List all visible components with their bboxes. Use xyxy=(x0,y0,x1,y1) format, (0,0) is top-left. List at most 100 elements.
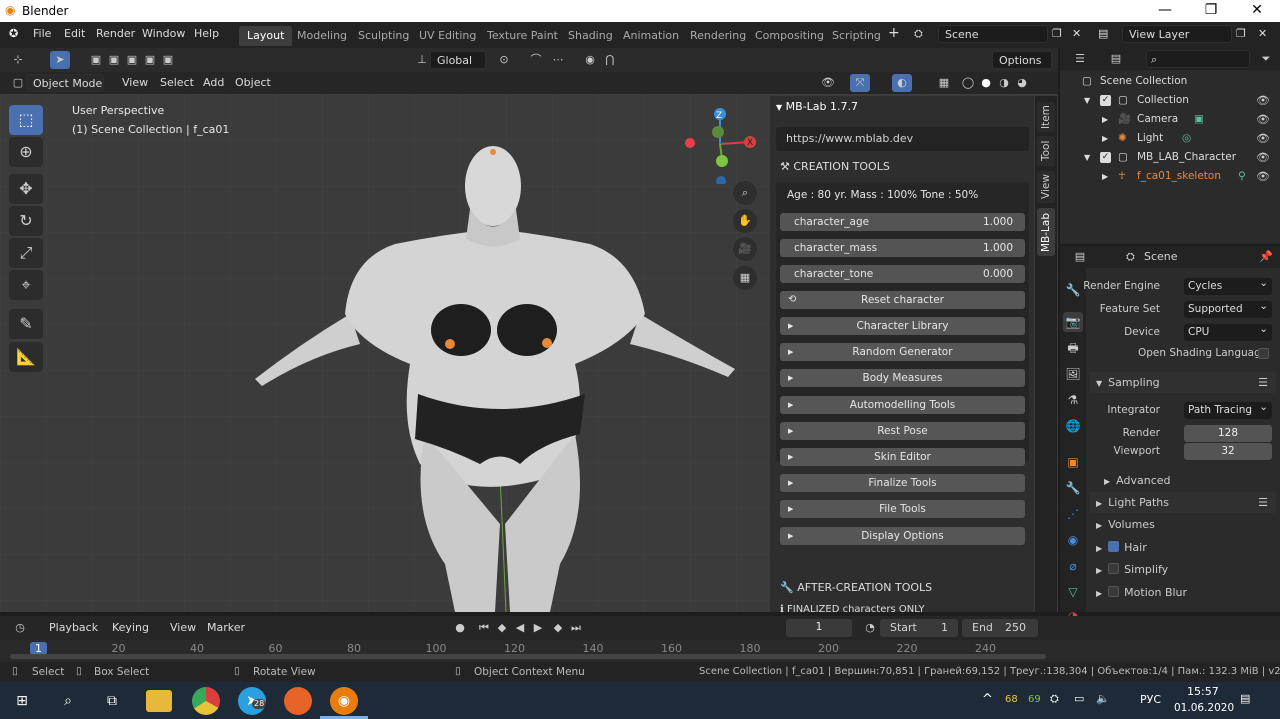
menu-window[interactable]: Window xyxy=(142,27,185,40)
menu-file[interactable]: File xyxy=(33,27,51,40)
tab-tool[interactable]: Tool xyxy=(1037,136,1055,166)
simplify-checkbox[interactable] xyxy=(1108,563,1120,574)
language-indicator[interactable]: РУС xyxy=(1140,693,1161,706)
skin-editor-button[interactable]: ▶ Skin Editor xyxy=(780,448,1025,466)
world-properties-icon[interactable]: 🌐 xyxy=(1063,416,1083,436)
volume-icon[interactable]: 🔈 xyxy=(1096,692,1110,705)
tab-view[interactable]: View xyxy=(1037,171,1055,203)
view-layer-properties-icon[interactable]: 🖼 xyxy=(1063,364,1083,384)
tab-rendering[interactable]: Rendering xyxy=(682,26,754,46)
menu-help[interactable]: Help xyxy=(194,27,219,40)
outliner-row-collection[interactable]: ▼ ✓ ▢ Collection 👁 xyxy=(1060,91,1280,110)
delete-view-layer-icon[interactable]: ✕ xyxy=(1258,27,1267,40)
zoom-icon[interactable]: ⌕ xyxy=(733,181,757,205)
tab-compositing[interactable]: Compositing xyxy=(747,26,832,46)
record-icon[interactable]: ● xyxy=(450,619,470,637)
blender-menu-icon[interactable]: ✪ xyxy=(9,27,18,40)
scene-properties-icon[interactable]: ⚗ xyxy=(1063,390,1083,410)
select-extend-icon[interactable]: ▣ xyxy=(104,51,124,69)
menu-keying[interactable]: Keying xyxy=(112,621,149,634)
automodelling-tools-button[interactable]: ▶ Automodelling Tools xyxy=(780,396,1025,414)
output-properties-icon[interactable]: 🖶 xyxy=(1063,338,1083,358)
chrome-icon[interactable] xyxy=(192,687,220,715)
gizmo-icon[interactable]: ⤧ xyxy=(850,74,870,92)
random-generator-button[interactable]: ▶ Random Generator xyxy=(780,343,1025,361)
jump-start-icon[interactable]: ⏮ xyxy=(474,619,494,637)
light-paths-section[interactable]: ▶ Light Paths ☰ xyxy=(1090,492,1276,513)
integrator-dropdown[interactable]: Path Tracing xyxy=(1184,399,1272,419)
scale-tool-icon[interactable]: ⤢ xyxy=(9,238,43,268)
tab-modeling[interactable]: Modeling xyxy=(289,26,355,46)
character-tone-slider[interactable]: character_tone 0.000 xyxy=(780,265,1025,283)
file-explorer-icon[interactable] xyxy=(146,690,172,712)
render-samples-field[interactable]: 128 xyxy=(1184,425,1272,442)
view-layer-field[interactable]: View Layer xyxy=(1122,25,1232,43)
character-mass-slider[interactable]: character_mass 1.000 xyxy=(780,239,1025,257)
osl-checkbox[interactable] xyxy=(1258,348,1269,359)
modifier-properties-icon[interactable]: 🔧 xyxy=(1063,478,1083,498)
select-box-tool-icon[interactable]: ⬚ xyxy=(9,105,43,135)
select-invert-icon[interactable]: ▣ xyxy=(140,51,160,69)
proportional-edit-icon[interactable]: ◉ xyxy=(580,51,600,69)
tray-app-icon[interactable]: ⛭ xyxy=(1050,692,1059,706)
filter-icon[interactable]: ⏷ xyxy=(1256,50,1276,68)
tool-settings-icon[interactable]: 🔧 xyxy=(1063,280,1083,300)
outliner-row-light[interactable]: ▶ ✺ Light ◎ 👁 xyxy=(1060,129,1280,148)
physics-properties-icon[interactable]: ◉ xyxy=(1063,530,1083,550)
wireframe-shading-icon[interactable]: ◯ xyxy=(958,74,978,92)
outliner-row-skeleton[interactable]: ▶ ☥ f_ca01_skeleton ⚲ 👁 xyxy=(1060,167,1280,186)
outliner-search-input[interactable]: ⌕ xyxy=(1146,50,1250,68)
select-tool-icon[interactable]: ➤ xyxy=(50,51,70,69)
object-mode-dropdown[interactable]: Object Mode xyxy=(26,74,104,92)
move-tool-icon[interactable]: ✥ xyxy=(9,174,43,204)
motion-blur-checkbox[interactable] xyxy=(1108,586,1120,597)
clock-date[interactable]: 01.06.2020 xyxy=(1174,702,1234,714)
blender-taskbar-icon[interactable]: ◉ xyxy=(330,687,358,715)
clock-time[interactable]: 15:57 xyxy=(1187,685,1219,698)
reset-character-button[interactable]: ⟲ Reset character xyxy=(780,291,1025,309)
feature-set-dropdown[interactable]: Supported xyxy=(1184,298,1272,318)
transform-orientation-icon[interactable]: ⊥ xyxy=(412,51,432,69)
next-keyframe-icon[interactable]: ◆ xyxy=(548,619,568,637)
tab-mblab[interactable]: MB-Lab xyxy=(1037,208,1055,256)
windows-start-icon[interactable]: ⊞ xyxy=(8,687,36,715)
select-subtract-icon[interactable]: ▣ xyxy=(122,51,142,69)
panel-header[interactable]: ▼ MB-Lab 1.7.7 xyxy=(776,100,858,113)
body-measures-button[interactable]: ▶ Body Measures xyxy=(780,369,1025,387)
outliner-row-scene-collection[interactable]: ▢ Scene Collection xyxy=(1060,72,1280,91)
play-reverse-icon[interactable]: ◀ xyxy=(510,619,530,637)
material-shading-icon[interactable]: ◑ xyxy=(994,74,1014,92)
view-layer-icon[interactable]: ▤ xyxy=(1098,27,1108,40)
notifications-icon[interactable]: ▤ xyxy=(1240,692,1250,705)
menu-select[interactable]: Select xyxy=(160,76,194,89)
outliner-row-mb-lab-character[interactable]: ▼ ✓ ▢ MB_LAB_Character 👁 xyxy=(1060,148,1280,167)
options-dropdown[interactable]: Options xyxy=(992,51,1052,69)
timeline-ruler[interactable]: 1 20 40 60 80 100 120 140 160 180 200 220 240 xyxy=(0,640,1280,662)
perspective-toggle-icon[interactable]: ▦ xyxy=(733,266,757,290)
scene-field[interactable]: Scene xyxy=(938,25,1048,43)
end-frame-field[interactable]: End 250 xyxy=(962,619,1038,637)
object-properties-icon[interactable]: ▣ xyxy=(1063,452,1083,472)
viewport-samples-field[interactable]: 32 xyxy=(1184,443,1272,460)
snap-target-icon[interactable]: ⋯ xyxy=(548,51,568,69)
delete-scene-icon[interactable]: ✕ xyxy=(1072,27,1081,40)
display-mode-icon[interactable]: ▤ xyxy=(1106,50,1126,68)
menu-timeline-view[interactable]: View xyxy=(170,621,196,634)
select-intersect-icon[interactable]: ▣ xyxy=(158,51,178,69)
tab-animation[interactable]: Animation xyxy=(615,26,687,46)
tab-sculpting[interactable]: Sculpting xyxy=(350,26,417,46)
data-properties-icon[interactable]: ▽ xyxy=(1063,582,1083,602)
display-options-button[interactable]: ▶ Display Options xyxy=(780,527,1025,545)
render-engine-dropdown[interactable]: Cycles xyxy=(1184,275,1272,295)
firefox-icon[interactable] xyxy=(284,687,312,715)
transform-tool-icon[interactable]: ⌖ xyxy=(9,270,43,300)
xray-icon[interactable]: ▦ xyxy=(934,74,954,92)
prev-keyframe-icon[interactable]: ◆ xyxy=(492,619,512,637)
select-new-icon[interactable]: ▣ xyxy=(86,51,106,69)
particles-properties-icon[interactable]: ⋰ xyxy=(1063,504,1083,524)
simplify-section[interactable]: ▶ Simplify xyxy=(1090,559,1276,580)
maximize-button[interactable]: ❐ xyxy=(1188,0,1234,22)
render-properties-icon[interactable]: 📷 xyxy=(1063,312,1083,332)
tab-layout[interactable]: Layout xyxy=(239,26,293,46)
motion-blur-section[interactable]: ▶ Motion Blur xyxy=(1090,582,1276,603)
